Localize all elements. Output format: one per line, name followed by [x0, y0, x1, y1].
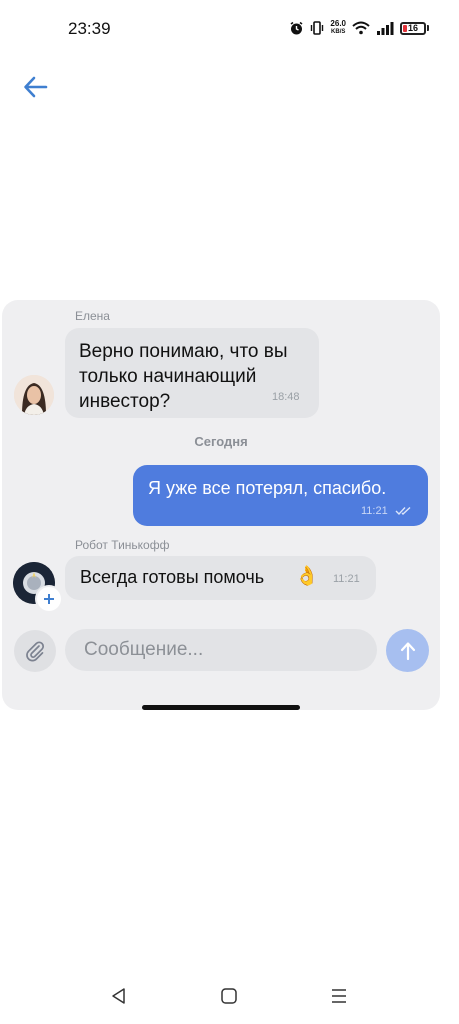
menu-lines-icon: [332, 989, 346, 1003]
send-button[interactable]: [386, 629, 429, 672]
message-time: 11:21: [333, 573, 360, 585]
battery-icon: 16: [400, 21, 429, 35]
sender-name: Робот Тинькофф: [75, 538, 170, 552]
message-time: 18:48: [272, 391, 300, 403]
message-input-placeholder: Сообщение...: [84, 639, 204, 660]
network-speed: 26.0 KB/S: [330, 20, 346, 36]
nav-home-button[interactable]: [220, 987, 238, 1010]
signal-icon: [377, 22, 394, 35]
status-time: 23:39: [68, 19, 111, 38]
message-bubble-outgoing[interactable]: Я уже все потерял, спасибо. 11:21: [133, 465, 428, 526]
message-text: Верно понимаю, что вы только начинающий …: [79, 341, 288, 412]
network-speed-value: 26.0: [330, 19, 346, 28]
home-indicator: [142, 705, 300, 710]
message-text: Я уже все потерял, спасибо.: [148, 478, 387, 498]
status-icons: 26.0 KB/S 16: [289, 20, 429, 36]
square-home-icon: [221, 988, 237, 1004]
avatar[interactable]: [14, 375, 54, 415]
avatar-photo: [14, 375, 54, 415]
nav-back-button[interactable]: [110, 987, 128, 1010]
message-bubble-incoming[interactable]: Верно понимаю, что вы только начинающий …: [65, 328, 319, 418]
message-text: Всегда готовы помочь: [80, 567, 265, 587]
wifi-icon: [352, 21, 370, 35]
back-button[interactable]: [22, 74, 50, 100]
triangle-back-icon: [112, 988, 125, 1004]
status-bar: 23:39 26.0 KB/S 16: [0, 0, 459, 58]
network-speed-unit: KB/S: [331, 29, 346, 35]
message-time: 11:21: [361, 505, 388, 517]
chat-window: Елена Верно понимаю, что вы только начин…: [2, 300, 440, 710]
arrow-left-icon: [24, 76, 48, 98]
paperclip-icon: [26, 641, 45, 662]
date-separator: Сегодня: [194, 434, 248, 449]
plus-icon: [44, 594, 54, 604]
arrow-up-icon: [400, 641, 415, 660]
attach-button[interactable]: [14, 630, 56, 672]
battery-level: 16: [400, 21, 426, 35]
sender-name: Елена: [75, 309, 110, 323]
alarm-icon: [290, 21, 303, 34]
message-input[interactable]: Сообщение...: [65, 629, 377, 671]
message-bubble-incoming[interactable]: Всегда готовы помочь 👌 11:21: [65, 556, 376, 600]
add-contact-button[interactable]: [37, 587, 61, 611]
ok-hand-emoji: 👌: [295, 566, 319, 587]
vibrate-icon: [311, 21, 324, 35]
double-check-icon: [395, 506, 411, 516]
nav-recents-button[interactable]: [330, 987, 348, 1010]
